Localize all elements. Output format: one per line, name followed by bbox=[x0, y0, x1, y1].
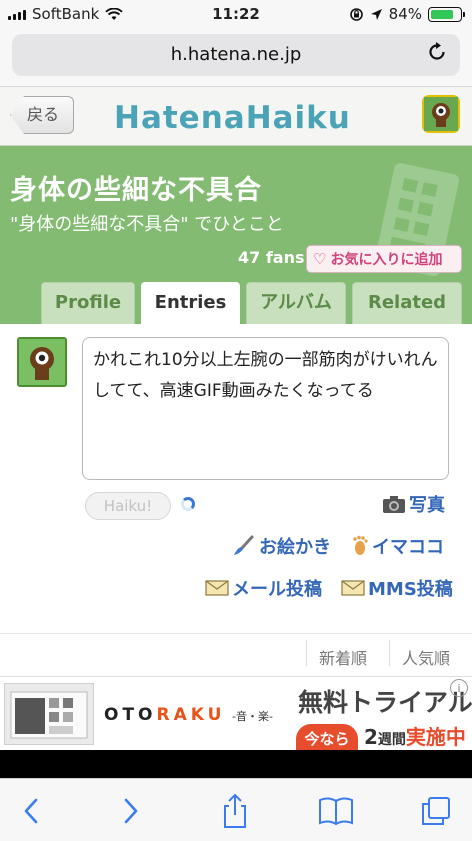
imakoko-label: イマココ bbox=[372, 537, 444, 558]
location-icon bbox=[370, 8, 382, 20]
page-subtitle: "身体の些細な不具合" でひとこと bbox=[10, 214, 284, 235]
status-bar: SoftBank 11:22 84% bbox=[0, 0, 472, 28]
tab-entries[interactable]: Entries bbox=[141, 282, 240, 324]
ad-badge: 今なら bbox=[296, 724, 358, 751]
sort-popular-link[interactable]: 人気順 bbox=[402, 645, 450, 669]
tabs-icon bbox=[422, 797, 450, 825]
forward-nav-button[interactable] bbox=[110, 791, 150, 831]
mail-post-label: メール投稿 bbox=[232, 579, 322, 600]
back-nav-button[interactable] bbox=[12, 791, 52, 831]
haiku-submit-button[interactable]: Haiku! bbox=[85, 492, 171, 520]
hatena-header: 戻る HatenaHaiku bbox=[0, 87, 472, 146]
draw-button[interactable]: お絵かき bbox=[232, 533, 331, 559]
advertisement-banner[interactable]: OTORAKU -音・楽- 無料トライアル 今なら 2週間実施中 i bbox=[0, 676, 472, 751]
poster-avatar[interactable] bbox=[17, 337, 67, 387]
share-button[interactable] bbox=[215, 791, 255, 831]
reload-icon[interactable] bbox=[424, 41, 450, 67]
ad-week-text: 2週間実施中 bbox=[364, 721, 466, 750]
ad-week-unit: 週間 bbox=[377, 732, 406, 748]
photo-upload-button[interactable]: 写真 bbox=[382, 491, 445, 517]
battery-percent: 84% bbox=[388, 5, 422, 23]
footprint-icon bbox=[353, 535, 368, 555]
svg-text:HatenaHaiku: HatenaHaiku bbox=[114, 100, 351, 136]
tab-related[interactable]: Related bbox=[352, 282, 462, 324]
sort-newest-link[interactable]: 新着順 bbox=[319, 645, 367, 669]
chevron-left-icon bbox=[24, 798, 38, 824]
ad-week-num: 2 bbox=[364, 725, 378, 749]
draw-label: お絵かき bbox=[259, 537, 331, 558]
imakoko-button[interactable]: イマココ bbox=[349, 533, 444, 559]
tabs-button[interactable] bbox=[416, 791, 456, 831]
ad-brand-highlight: RAKU bbox=[156, 705, 226, 725]
chevron-right-icon bbox=[124, 798, 138, 824]
ad-bottom-bar bbox=[0, 750, 472, 778]
ad-week-status: 実施中 bbox=[405, 725, 466, 749]
mail-post-button[interactable]: メール投稿 bbox=[205, 575, 322, 601]
ad-brand-prefix: OTO bbox=[104, 705, 157, 725]
page-title: 身体の些細な不具合 bbox=[10, 175, 262, 206]
add-to-favorites-label: お気に入りに追加 bbox=[330, 252, 443, 268]
ad-image bbox=[4, 683, 94, 745]
url-text[interactable]: h.hatena.ne.jp bbox=[12, 44, 460, 65]
bookmarks-button[interactable] bbox=[316, 791, 356, 831]
status-right: 84% bbox=[349, 5, 465, 23]
ad-info-icon[interactable]: i bbox=[450, 679, 468, 697]
keyword-banner: 身体の些細な不具合 "身体の些細な不具合" でひとこと 47 fans ♡ お気に… bbox=[0, 146, 472, 324]
address-bar[interactable]: h.hatena.ne.jp bbox=[12, 34, 460, 76]
book-icon bbox=[319, 797, 353, 826]
mms-post-button[interactable]: MMS投稿 bbox=[341, 575, 453, 601]
fans-count[interactable]: 47 fans bbox=[238, 248, 305, 267]
back-button[interactable]: 戻る bbox=[10, 96, 74, 134]
ad-brand: OTORAKU bbox=[104, 705, 225, 725]
divider bbox=[389, 640, 390, 666]
battery-icon bbox=[428, 6, 465, 22]
envelope-icon bbox=[205, 580, 229, 596]
browser-address-area: h.hatena.ne.jp bbox=[0, 28, 472, 87]
ad-headline: 無料トライアル bbox=[298, 688, 472, 717]
photo-label: 写真 bbox=[409, 495, 445, 516]
add-to-favorites-button[interactable]: ♡ お気に入りに追加 bbox=[306, 245, 462, 273]
loading-spinner-icon bbox=[181, 497, 195, 511]
mms-post-label: MMS投稿 bbox=[368, 579, 453, 600]
ad-brand-sub: -音・楽- bbox=[232, 710, 273, 723]
share-icon bbox=[224, 793, 246, 828]
envelope-icon bbox=[341, 580, 365, 596]
divider bbox=[0, 633, 472, 634]
user-avatar[interactable] bbox=[422, 95, 460, 133]
camera-icon bbox=[383, 496, 405, 513]
divider bbox=[306, 640, 307, 666]
orientation-lock-icon bbox=[349, 7, 363, 21]
entry-textarea[interactable]: かれこれ10分以上左腕の一部筋肉がけいれんしてて、高速GIF動画みたくなってる bbox=[82, 337, 449, 480]
browser-toolbar bbox=[0, 778, 472, 841]
heart-icon: ♡ bbox=[313, 250, 327, 268]
paintbrush-icon bbox=[234, 535, 254, 555]
battery-fill bbox=[431, 9, 453, 19]
tab-album[interactable]: アルバム bbox=[246, 282, 346, 324]
hatena-haiku-logo[interactable]: HatenaHaiku bbox=[114, 96, 358, 136]
tab-profile[interactable]: Profile bbox=[41, 282, 135, 324]
